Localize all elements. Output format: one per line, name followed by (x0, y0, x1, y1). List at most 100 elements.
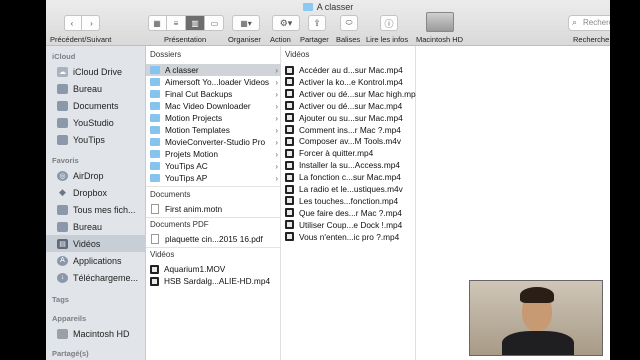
folder-icon (150, 174, 160, 182)
sidebar-item-macintosh-hd[interactable]: Macintosh HD (46, 325, 146, 342)
sidebar-item-bureau[interactable]: Bureau (46, 80, 146, 97)
list-view-icon[interactable]: ≡ (167, 16, 186, 30)
sidebar-item-dropbox[interactable]: ◆ Dropbox (46, 184, 146, 201)
view-mode-segmented[interactable]: ▦ ≡ ▥ ▭ (148, 15, 224, 31)
video-file-icon (285, 136, 294, 146)
file-row[interactable]: Activer ou dé...sur Mac.mp4 (281, 100, 416, 112)
file-row[interactable]: Utiliser Coup...e Dock !.mp4 (281, 219, 416, 231)
file-row[interactable]: Accéder au d...sur Mac.mp4 (281, 64, 416, 76)
download-icon: ↓ (57, 272, 68, 283)
hard-drive-icon (57, 328, 68, 339)
folder-icon (150, 126, 160, 134)
file-row[interactable]: Les touches...fonction.mp4 (281, 195, 416, 207)
sidebar-item-icloud-drive[interactable]: ☁ iCloud Drive (46, 63, 146, 80)
window-title: A classer (46, 2, 610, 12)
arrange-icon: ▦▾ (240, 18, 252, 28)
sidebar-item-youstudio[interactable]: YouStudio (46, 114, 146, 131)
sidebar-item-all-files[interactable]: Tous mes fich... (46, 201, 146, 218)
video-file-icon (285, 113, 294, 123)
folder-row[interactable]: MovieConverter-Studio Pro › (146, 136, 281, 148)
folder-row[interactable]: YouTips AC › (146, 160, 281, 172)
file-row[interactable]: Activer la ko...e Kontrol.mp4 (281, 76, 416, 88)
file-row[interactable]: Activer ou dé...sur Mac high.mp4 (281, 88, 420, 100)
sidebar-section-tags: Tags (52, 295, 69, 304)
forward-icon[interactable]: › (82, 16, 101, 30)
folder-icon (302, 3, 313, 11)
sidebar-section-icloud: iCloud (52, 52, 76, 61)
chevron-right-icon: › (275, 77, 278, 87)
airdrop-icon: ◎ (57, 170, 68, 181)
folder-icon (150, 138, 160, 146)
folder-row[interactable]: A classer › (146, 64, 281, 76)
screen: A classer ‹ › Précédent/Suivant ▦ ≡ ▥ ▭ P… (0, 0, 640, 360)
documents-icon (57, 100, 68, 111)
column-view-icon[interactable]: ▥ (186, 16, 205, 30)
file-row[interactable]: La radio et le...ustiques.m4v (281, 183, 416, 195)
folder-row[interactable]: Projets Motion › (146, 148, 281, 160)
folder-row[interactable]: Aimersoft Yo...loader Videos › (146, 76, 281, 88)
sidebar-item-airdrop[interactable]: ◎ AirDrop (46, 167, 146, 184)
tags-button[interactable]: ⬭ (340, 15, 358, 31)
sidebar-item-downloads[interactable]: ↓ Téléchargeme... (46, 269, 146, 286)
sidebar-item-videos[interactable]: ▤ Vidéos (46, 235, 146, 252)
back-forward-buttons[interactable]: ‹ › (64, 15, 100, 31)
column-1: Dossiers A classer › Aimersoft Yo...loader… (146, 46, 281, 360)
folder-icon (57, 117, 68, 128)
list-item[interactable]: First anim.motn (146, 203, 281, 215)
sidebar-item-applications[interactable]: A Applications (46, 252, 146, 269)
folder-row[interactable]: YouTips AP › (146, 172, 281, 184)
video-file-icon (285, 160, 294, 170)
hard-drive-icon[interactable] (426, 12, 454, 32)
share-button[interactable]: ⇪ (308, 15, 326, 31)
folder-icon (150, 114, 160, 122)
chevron-right-icon: › (275, 65, 278, 75)
sidebar-item-youtips[interactable]: YouTips (46, 131, 146, 148)
folder-icon (150, 150, 160, 158)
info-button[interactable]: ⓘ (380, 15, 398, 31)
folder-row[interactable]: Motion Projects › (146, 112, 281, 124)
file-row[interactable]: Composer av...M Tools.m4v (281, 135, 416, 147)
file-row[interactable]: Que faire des...r Mac ?.mp4 (281, 207, 416, 219)
folder-row[interactable]: Mac Video Downloader › (146, 100, 281, 112)
file-row[interactable]: Forcer à quitter.mp4 (281, 147, 416, 159)
webcam-overlay (469, 280, 603, 356)
folder-icon (150, 102, 160, 110)
pdf-file-icon (151, 234, 159, 244)
column-2: Vidéos Accéder au d...sur Mac.mp4 Activer… (281, 46, 420, 360)
action-label: Action (270, 35, 291, 44)
arrange-button[interactable]: ▦▾ (232, 15, 260, 31)
search-label: Recherche (573, 35, 610, 44)
file-row[interactable]: Vous n'enten...ic pro ?.mp4 (281, 231, 416, 243)
folder-row[interactable]: Motion Templates › (146, 124, 281, 136)
divider (146, 247, 281, 248)
search-input[interactable]: Recherche (568, 15, 610, 31)
motion-file-icon (151, 204, 159, 214)
back-icon[interactable]: ‹ (63, 16, 82, 30)
icon-view-icon[interactable]: ▦ (148, 16, 167, 30)
film-icon: ▤ (57, 238, 68, 249)
divider (146, 217, 281, 218)
videos-header: Vidéos (150, 250, 175, 259)
sidebar-item-documents[interactable]: Documents (46, 97, 146, 114)
chevron-right-icon: › (275, 137, 278, 147)
sidebar-item-bureau-fav[interactable]: Bureau (46, 218, 146, 235)
file-row[interactable]: La fonction c...sur Mac.mp4 (281, 171, 416, 183)
list-item[interactable]: plaquette cin...2015 16.pdf (146, 233, 281, 245)
pdf-header: Documents PDF (150, 220, 209, 229)
info-label: Lire les infos (366, 35, 409, 44)
file-row[interactable]: Comment ins...r Mac ?.mp4 (281, 124, 416, 136)
hdd-label: Macintosh HD (416, 35, 464, 44)
sidebar-section-devices: Appareils (52, 314, 87, 323)
cover-flow-icon[interactable]: ▭ (205, 16, 224, 30)
toolbar: A classer ‹ › Précédent/Suivant ▦ ≡ ▥ ▭ P… (46, 0, 610, 46)
folder-icon (150, 162, 160, 170)
desktop-icon (57, 221, 68, 232)
list-item[interactable]: HSB Sardalg...ALIE-HD.mp4 (146, 275, 281, 287)
folder-icon (150, 78, 160, 86)
action-button[interactable]: ⚙▾ (272, 15, 300, 31)
file-row[interactable]: Ajouter ou su...sur Mac.mp4 (281, 112, 416, 124)
list-item[interactable]: Aquarium1.MOV (146, 263, 281, 275)
file-row[interactable]: Installer la su...Access.mp4 (281, 159, 416, 171)
folder-row[interactable]: Final Cut Backups › (146, 88, 281, 100)
folder-icon (150, 90, 160, 98)
